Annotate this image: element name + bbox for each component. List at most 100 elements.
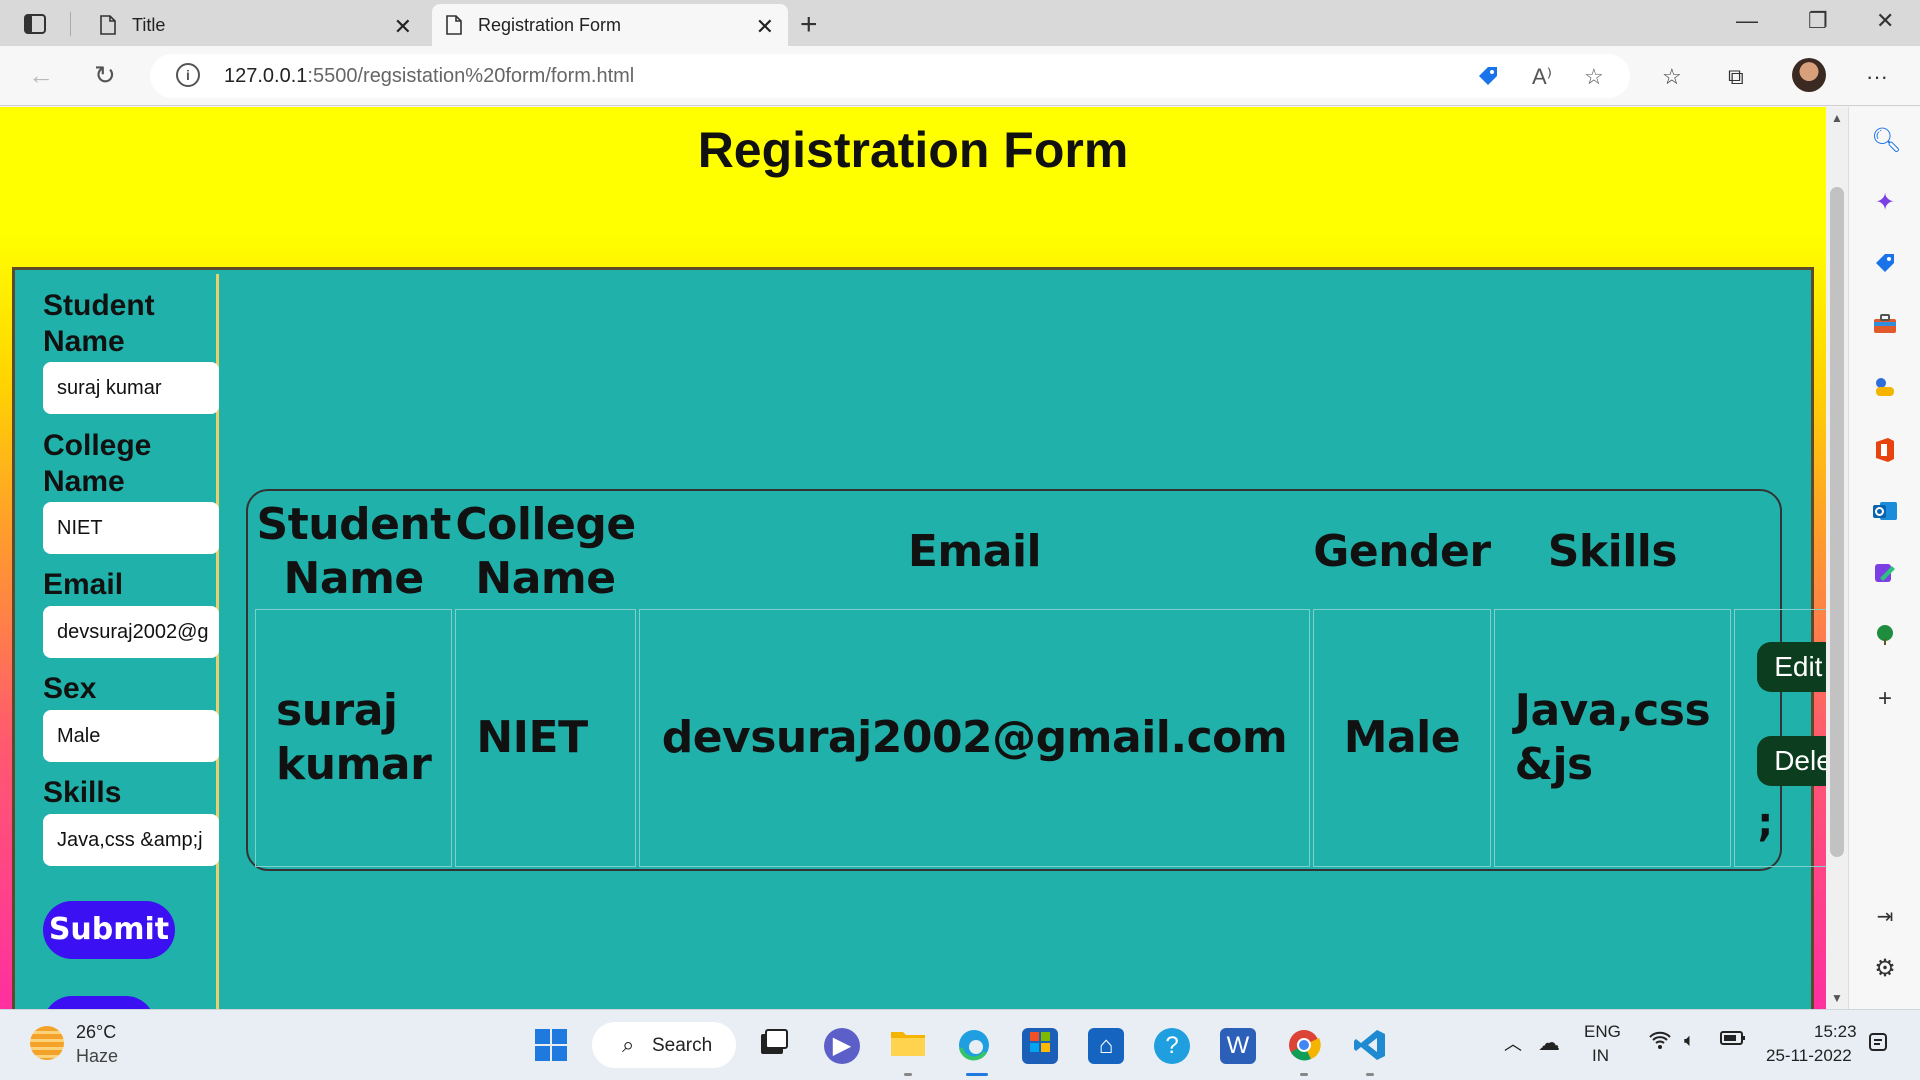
tab-actions-icon[interactable]	[18, 10, 52, 38]
page-viewport: Registration Form Student Name suraj kum…	[0, 107, 1826, 1009]
office-icon[interactable]	[1871, 437, 1899, 465]
edit-button[interactable]: Edit	[1757, 642, 1826, 692]
haze-icon[interactable]	[30, 1026, 64, 1060]
window-close-icon[interactable]: ✕	[1876, 8, 1894, 34]
student-name-input[interactable]: suraj kumar	[43, 362, 219, 414]
tools-icon[interactable]	[1871, 313, 1899, 341]
address-toolbar: ← ↻ i 127.0.0.1:5500/regsistation%20form…	[0, 46, 1920, 106]
sidebar-toggle-icon[interactable]: ⇥	[1871, 903, 1899, 931]
help-icon[interactable]: ?	[1154, 1028, 1190, 1064]
page-icon	[446, 15, 462, 35]
chrome-icon[interactable]	[1286, 1028, 1322, 1064]
favorites-icon[interactable]: ☆	[1662, 64, 1682, 90]
battery-icon[interactable]	[1720, 1030, 1746, 1051]
page-scrollbar[interactable]: ▲ ▼	[1826, 107, 1848, 1009]
wifi-icon[interactable]	[1648, 1030, 1672, 1055]
taskbar: 26°C Haze ⌕ Search ▶ ⌂ ? W ︿ ☁ ENG IN 🔈︎…	[0, 1009, 1920, 1080]
submit-button[interactable]: Submit	[43, 901, 175, 959]
active-indicator	[1300, 1073, 1308, 1076]
sex-input[interactable]: Male	[43, 710, 219, 762]
tab-label: Title	[132, 14, 166, 35]
active-indicator	[904, 1073, 912, 1076]
tree-icon[interactable]	[1871, 623, 1899, 651]
clock-time[interactable]: 15:23	[1814, 1022, 1857, 1042]
notification-icon[interactable]	[1868, 1032, 1890, 1059]
store-icon[interactable]	[1022, 1028, 1058, 1064]
table-row: suraj kumar NIET devsuraj2002@gmail.com …	[255, 609, 1826, 867]
email-label: Email	[43, 568, 124, 601]
app-icon[interactable]: ⌂	[1088, 1028, 1124, 1064]
shopping-tag-icon[interactable]	[1476, 64, 1500, 94]
header-actions	[1734, 498, 1826, 606]
cell-email: devsuraj2002@gmail.com	[638, 609, 1311, 867]
refresh-icon[interactable]: ↻	[94, 60, 116, 91]
profile-avatar[interactable]	[1792, 58, 1826, 92]
new-tab-icon[interactable]: +	[800, 8, 818, 42]
skills-input[interactable]: Java,css &amp;j	[43, 814, 219, 866]
scroll-down-icon[interactable]: ▼	[1831, 991, 1843, 1005]
weather-condition[interactable]: Haze	[76, 1046, 118, 1067]
volume-icon[interactable]: 🔈︎	[1684, 1030, 1695, 1051]
skills-label: Skills	[43, 776, 122, 809]
language-line2[interactable]: IN	[1592, 1046, 1609, 1066]
minimize-icon[interactable]: —	[1736, 8, 1758, 34]
info-icon[interactable]: i	[176, 63, 200, 87]
page-title: Registration Form	[697, 122, 1129, 178]
scroll-up-icon[interactable]: ▲	[1831, 111, 1843, 125]
url-text[interactable]: 127.0.0.1:5500/regsistation%20form/form.…	[224, 65, 634, 88]
word-icon[interactable]: W	[1220, 1028, 1256, 1064]
start-icon[interactable]	[533, 1028, 569, 1064]
restore-icon[interactable]: ❐	[1808, 8, 1828, 34]
secondary-button[interactable]	[43, 996, 155, 1009]
task-view-icon[interactable]	[756, 1028, 792, 1064]
tab-strip: Title ✕ Registration Form ✕ + — ❐ ✕	[0, 0, 1920, 46]
file-explorer-icon[interactable]	[890, 1028, 926, 1064]
edge-sidebar: 🔍︎ ✦ + ⇥ ⚙	[1848, 107, 1920, 1009]
clock-date[interactable]: 25-11-2022	[1766, 1046, 1852, 1066]
address-bar[interactable]: i 127.0.0.1:5500/regsistation%20form/for…	[150, 54, 1630, 98]
search-icon[interactable]: 🔍︎	[1871, 127, 1901, 155]
chevron-up-icon[interactable]: ︿	[1504, 1030, 1522, 1056]
college-name-label: College Name	[43, 429, 152, 498]
vscode-icon[interactable]	[1352, 1028, 1388, 1064]
registration-form: Student Name suraj kumar College Name NI…	[19, 274, 219, 1009]
language-line1[interactable]: ENG	[1584, 1022, 1621, 1042]
add-favorite-icon[interactable]: ☆	[1584, 64, 1604, 90]
scroll-thumb[interactable]	[1830, 187, 1844, 857]
copilot-icon[interactable]: ✦	[1871, 189, 1899, 217]
header-skills: Skills	[1547, 526, 1678, 577]
more-icon[interactable]: ···	[1866, 64, 1888, 90]
designer-icon[interactable]	[1871, 561, 1899, 589]
weather-temp[interactable]: 26°C	[76, 1022, 116, 1043]
main-container: Student Name suraj kumar College Name NI…	[12, 267, 1826, 1009]
delete-button[interactable]: Delete	[1757, 736, 1826, 786]
outlook-icon[interactable]	[1871, 499, 1899, 527]
edge-icon[interactable]	[956, 1028, 992, 1064]
trailing-semicolon: ;	[1757, 800, 1773, 846]
tab-registration-form[interactable]: Registration Form ✕	[432, 4, 788, 46]
taskbar-search[interactable]: ⌕ Search	[592, 1022, 736, 1068]
page-icon	[100, 15, 116, 35]
email-input[interactable]: devsuraj2002@g	[43, 606, 219, 658]
read-aloud-icon[interactable]: A⁾	[1532, 64, 1552, 90]
sex-label: Sex	[43, 672, 97, 705]
tab-title[interactable]: Title ✕	[86, 4, 426, 46]
collections-icon[interactable]: ⧉	[1728, 64, 1744, 90]
cell-student-name: suraj kumar	[255, 609, 453, 867]
table-header-row: Student Name College Name Email Gender S…	[255, 498, 1826, 606]
tab-label: Registration Form	[478, 14, 622, 35]
close-icon[interactable]: ✕	[756, 14, 774, 40]
shopping-icon[interactable]	[1871, 251, 1899, 279]
settings-icon[interactable]: ⚙	[1871, 955, 1899, 983]
close-icon[interactable]: ✕	[394, 14, 412, 40]
college-name-input[interactable]: NIET	[43, 502, 219, 554]
url-host: 127.0.0.1	[224, 65, 308, 87]
header-college-name: College Name	[455, 499, 636, 604]
cloud-icon[interactable]: ☁	[1538, 1030, 1560, 1056]
games-icon[interactable]	[1871, 375, 1899, 403]
cell-gender: Male	[1313, 609, 1491, 867]
add-icon[interactable]: +	[1871, 685, 1899, 713]
back-icon[interactable]: ←	[28, 60, 54, 91]
chat-icon[interactable]: ▶	[824, 1028, 860, 1064]
taskbar-search-label: Search	[652, 1035, 713, 1056]
